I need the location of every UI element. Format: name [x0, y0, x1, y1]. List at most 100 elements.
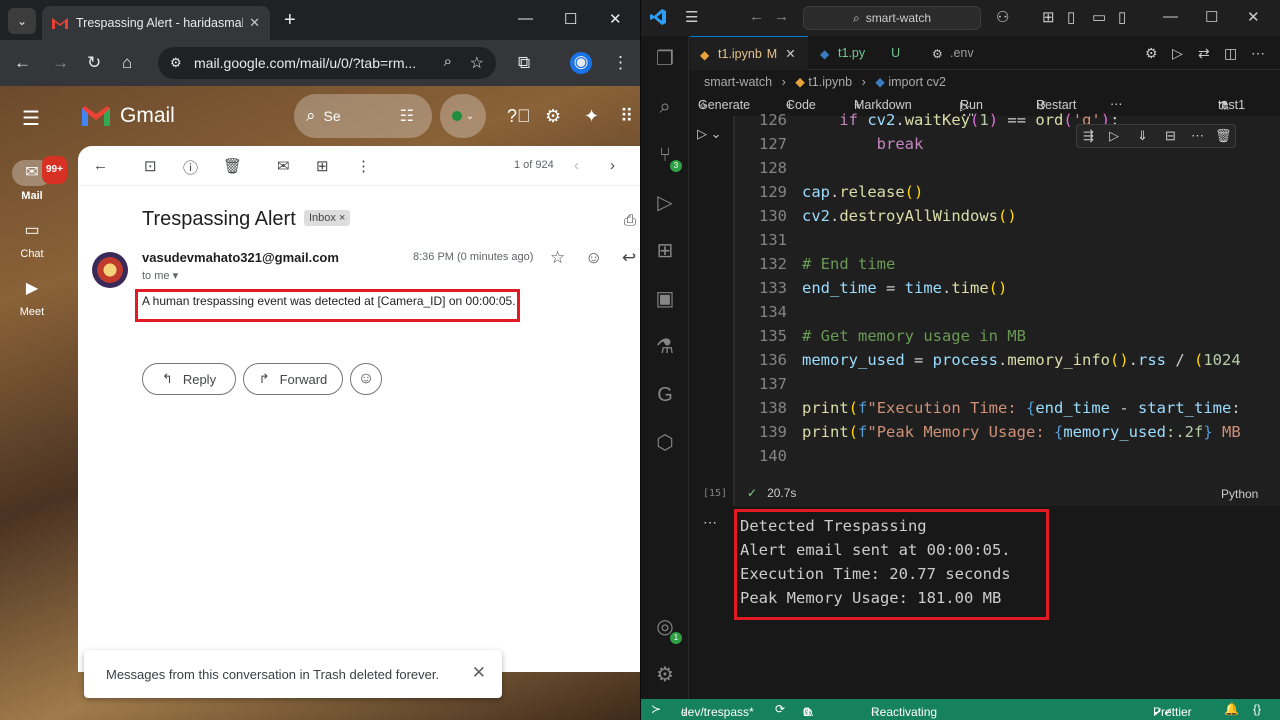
maximize-icon[interactable]: ☐: [564, 10, 577, 28]
accounts-icon[interactable]: ◎ 1: [652, 614, 682, 644]
recipient-toggle[interactable]: to me ▾: [142, 269, 178, 282]
toggle-panel-icon[interactable]: ▭: [1092, 8, 1106, 26]
back-icon[interactable]: ←: [14, 53, 31, 73]
chrome-menu-icon[interactable]: ⋮: [612, 53, 629, 73]
archive-icon[interactable]: ⊡: [144, 157, 157, 175]
bookmark-star-icon[interactable]: ☆: [470, 53, 484, 73]
vs-minimize-icon[interactable]: —: [1163, 8, 1178, 25]
rail-mail[interactable]: ✉ 99+ Mail: [6, 156, 67, 202]
menu-icon[interactable]: ☰: [685, 8, 698, 26]
remote-explorer-icon[interactable]: ▣: [652, 286, 678, 312]
execute-below-icon[interactable]: ⇓: [1137, 128, 1148, 144]
nav-forward-icon[interactable]: →: [774, 8, 789, 25]
source-control-icon[interactable]: ⑂ 3: [652, 142, 682, 172]
sync-icon[interactable]: ⟳: [775, 702, 785, 716]
command-center[interactable]: ⌕ smart-watch: [803, 6, 981, 30]
reply-arrow-icon[interactable]: ↩: [622, 248, 636, 268]
cell-language[interactable]: Python: [1221, 487, 1258, 501]
apps-grid-icon[interactable]: ⠿: [620, 106, 633, 127]
dismiss-snackbar-icon[interactable]: ✕: [472, 663, 486, 683]
new-tab-button[interactable]: +: [284, 8, 296, 32]
settings-gear-icon[interactable]: ⚙: [545, 106, 561, 127]
explorer-icon[interactable]: ❐: [652, 46, 678, 72]
rail-meet[interactable]: ▶ Meet: [6, 276, 58, 318]
execute-cell-icon[interactable]: ▷: [1109, 128, 1119, 144]
breadcrumb-file[interactable]: t1.ipynb: [808, 75, 852, 89]
split-editor-icon[interactable]: ◫: [1224, 45, 1237, 62]
delete-icon[interactable]: 🗑: [223, 157, 242, 175]
tab-t1-py[interactable]: ◆ t1.py U: [810, 36, 920, 70]
star-icon[interactable]: ☆: [550, 248, 565, 268]
run-debug-icon[interactable]: ▷: [652, 190, 678, 216]
gitlens-icon[interactable]: G: [652, 382, 678, 408]
main-menu-icon[interactable]: ☰: [22, 106, 40, 131]
search-icon[interactable]: ⌕: [306, 106, 316, 126]
notifications-icon[interactable]: 🔔: [1224, 702, 1239, 716]
reload-icon[interactable]: ↻: [87, 53, 101, 73]
tab-search-button[interactable]: ⌄: [8, 8, 36, 34]
remove-label-icon[interactable]: ×: [339, 212, 345, 224]
older-icon[interactable]: ›: [610, 157, 615, 174]
run-file-icon[interactable]: ▷: [1172, 45, 1183, 62]
more-actions-icon[interactable]: ⋯: [1251, 45, 1265, 62]
rail-chat[interactable]: ▭ Chat: [6, 218, 58, 260]
status-selector[interactable]: ⌄: [440, 94, 486, 138]
address-bar[interactable]: ⚙ mail.google.com/mail/u/0/?tab=rm... ⌕ …: [158, 47, 496, 79]
vs-maximize-icon[interactable]: ☐: [1205, 8, 1218, 26]
execute-above-icon[interactable]: ⇶: [1083, 128, 1094, 144]
extensions-icon[interactable]: ⧉: [518, 53, 530, 73]
run-cell-icon[interactable]: ▷ ⌄: [697, 126, 722, 142]
nav-back-icon[interactable]: ←: [749, 8, 764, 25]
more-options-icon[interactable]: ⋮: [356, 157, 371, 175]
help-icon[interactable]: ?⃝: [507, 106, 531, 127]
vs-close-icon[interactable]: ✕: [1247, 8, 1260, 26]
reply-button[interactable]: ↰ Reply: [142, 363, 236, 395]
breadcrumb-cell[interactable]: import cv2: [888, 75, 946, 89]
search-icon[interactable]: ⌕: [652, 94, 678, 120]
delete-cell-icon[interactable]: 🗑: [1215, 128, 1232, 144]
browser-tab-gmail[interactable]: Trespassing Alert - haridasmaha ✕: [42, 6, 270, 40]
emoji-react-icon[interactable]: ☺: [585, 248, 602, 268]
print-icon[interactable]: ⎙: [624, 212, 636, 229]
toggle-sidebar-icon[interactable]: ▯: [1067, 8, 1075, 26]
testing-icon[interactable]: ⚗: [652, 334, 678, 360]
tab-t1-ipynb[interactable]: ◆ t1.ipynb M ✕: [690, 36, 808, 70]
code-cell[interactable]: [733, 116, 1280, 506]
inbox-label-chip[interactable]: Inbox ×: [304, 210, 351, 226]
sender-avatar[interactable]: [92, 252, 128, 288]
copilot-icon[interactable]: ⚇: [996, 8, 1009, 26]
forward-icon[interactable]: →: [52, 53, 69, 73]
containers-icon[interactable]: ⬡: [652, 430, 678, 456]
close-tab-icon[interactable]: ✕: [249, 15, 260, 31]
close-window-icon[interactable]: ✕: [609, 10, 622, 28]
output-actions-icon[interactable]: ⋯: [703, 514, 717, 531]
extensions-icon[interactable]: ⊞: [652, 238, 678, 264]
open-changes-icon[interactable]: ⇄: [1198, 45, 1210, 62]
toggle-secondary-sidebar-icon[interactable]: ▯: [1118, 8, 1126, 26]
back-to-inbox-icon[interactable]: ←: [93, 157, 108, 174]
search-options-icon[interactable]: ☷: [400, 106, 414, 126]
profile-avatar[interactable]: ◉: [570, 52, 592, 74]
zoom-icon[interactable]: ⌕: [444, 53, 452, 70]
forward-button[interactable]: ↱ Forward: [243, 363, 343, 395]
report-spam-icon[interactable]: ⓘ: [183, 157, 198, 178]
split-cell-icon[interactable]: ⊟: [1165, 128, 1176, 144]
sender-email[interactable]: vasudevmahato321@gmail.com: [142, 250, 339, 265]
manage-gear-icon[interactable]: ⚙: [652, 662, 678, 688]
gear-icon[interactable]: ⚙: [1145, 45, 1158, 62]
gmail-logo[interactable]: Gmail: [82, 104, 175, 128]
home-icon[interactable]: ⌂: [122, 53, 132, 73]
tab-env[interactable]: ⚙ .env: [922, 36, 1042, 70]
move-to-icon[interactable]: ⊞: [316, 157, 329, 175]
cell-more-icon[interactable]: ⋯: [1191, 128, 1204, 144]
gemini-sparkle-icon[interactable]: ✦: [584, 106, 599, 127]
remote-icon[interactable]: ≻: [651, 702, 661, 716]
minimize-icon[interactable]: —: [518, 10, 533, 27]
site-info-icon[interactable]: ⚙: [170, 55, 182, 71]
emoji-reaction-button[interactable]: ☺: [350, 363, 382, 395]
close-tab-icon[interactable]: ✕: [785, 46, 795, 61]
mark-unread-icon[interactable]: ✉: [277, 157, 290, 175]
newer-icon[interactable]: ‹: [574, 157, 579, 174]
breadcrumb-folder[interactable]: smart-watch: [704, 75, 772, 89]
mail-search-input[interactable]: ⌕ Se ☷: [294, 94, 432, 138]
